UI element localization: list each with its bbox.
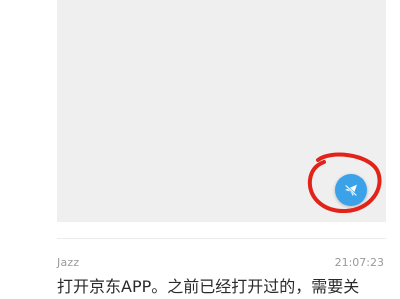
comment-text: 打开京东APP。之前已经打开过的，需要关 bbox=[57, 277, 360, 296]
floating-action-button[interactable] bbox=[335, 174, 367, 206]
send-off-icon bbox=[344, 184, 358, 197]
comment-timestamp: 21:07:23 bbox=[334, 256, 384, 269]
divider bbox=[57, 238, 386, 239]
comment-author: Jazz bbox=[57, 256, 80, 269]
